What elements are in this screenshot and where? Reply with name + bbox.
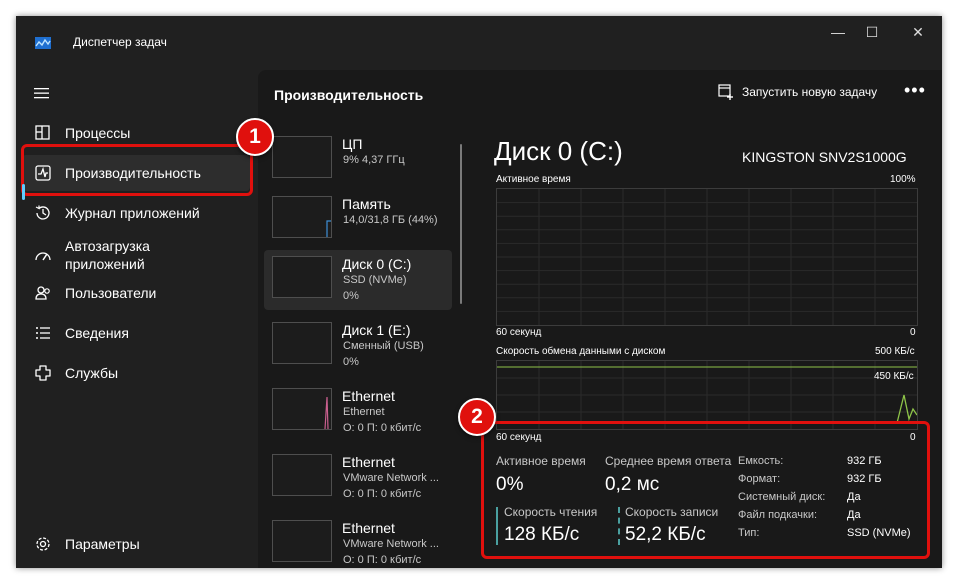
- perf-item-sub: О: 0 П: 0 кбит/с: [343, 554, 422, 566]
- close-button[interactable]: ✕: [902, 22, 934, 42]
- perf-item-sub: 0%: [343, 290, 359, 302]
- users-icon: [34, 284, 52, 302]
- ethernet-thumbnail: [272, 388, 332, 430]
- settings-label: Параметры: [65, 536, 140, 552]
- ethernet-thumbnail: [272, 454, 332, 496]
- run-new-task-button[interactable]: Запустить новую задачу: [742, 85, 877, 99]
- perf-item-ethernet-1[interactable]: Ethernet Ethernet О: 0 П: 0 кбит/с: [264, 382, 452, 442]
- perf-item-name: Ethernet: [342, 520, 395, 536]
- perf-item-sub: О: 0 П: 0 кбит/с: [343, 422, 422, 434]
- ethernet-thumbnail: [272, 520, 332, 562]
- disk-title: Диск 0 (C:): [494, 136, 623, 166]
- run-new-task-icon: [718, 84, 734, 105]
- services-icon: [34, 364, 52, 382]
- perf-item-sub: SSD (NVMe): [343, 274, 407, 286]
- transfer-rate-graph-mid: 450 КБ/с: [874, 371, 914, 382]
- perf-item-name: Диск 1 (E:): [342, 322, 411, 338]
- sidebar-item-settings[interactable]: Параметры: [22, 526, 250, 562]
- perf-item-cpu[interactable]: ЦП 9% 4,37 ГГц: [264, 130, 452, 190]
- app-history-icon: [34, 204, 52, 222]
- disk-model: KINGSTON SNV2S1000G: [742, 149, 907, 165]
- sidebar-item-services[interactable]: Службы: [22, 355, 250, 391]
- gear-icon: [34, 535, 52, 553]
- perf-item-sub: VMware Network ...: [343, 538, 439, 550]
- memory-thumbnail: [272, 196, 332, 238]
- highlight-box-performance: [21, 144, 253, 196]
- transfer-rate-graph-max: 500 КБ/с: [875, 346, 915, 357]
- sidebar-item-label: Процессы: [65, 125, 131, 141]
- startup-apps-icon: [34, 248, 52, 266]
- processes-icon: [34, 124, 52, 142]
- perf-item-sub: Сменный (USB): [343, 340, 424, 352]
- minimize-button[interactable]: —: [822, 22, 854, 42]
- perf-item-sub: 9% 4,37 ГГц: [343, 154, 405, 166]
- active-time-graph: [496, 188, 918, 326]
- perf-item-name: Ethernet: [342, 388, 395, 404]
- perf-item-name: Память: [342, 196, 391, 212]
- sidebar-item-label: Сведения: [65, 325, 129, 341]
- active-time-graph-timespan: 60 секунд: [496, 327, 542, 338]
- task-manager-window: Диспетчер задач — ☐ ✕ Процессы Производи…: [16, 16, 942, 568]
- sidebar-item-label: Журнал приложений: [65, 205, 200, 221]
- sidebar-item-startup-apps[interactable]: Автозагрузка приложений: [22, 235, 250, 277]
- perf-item-name: Ethernet: [342, 454, 395, 470]
- perf-item-disk1[interactable]: Диск 1 (E:) Сменный (USB) 0%: [264, 316, 452, 376]
- perf-item-sub: О: 0 П: 0 кбит/с: [343, 488, 422, 500]
- transfer-rate-graph-label: Скорость обмена данными с диском: [496, 346, 666, 357]
- sidebar-item-users[interactable]: Пользователи: [22, 275, 250, 311]
- more-options-button[interactable]: •••: [904, 80, 926, 101]
- perf-item-name: Диск 0 (C:): [342, 256, 412, 272]
- active-time-graph-min: 0: [910, 327, 916, 338]
- transfer-rate-graph: [496, 360, 918, 430]
- perf-item-sub: 0%: [343, 356, 359, 368]
- sidebar-item-details[interactable]: Сведения: [22, 315, 250, 351]
- maximize-button[interactable]: ☐: [856, 22, 888, 42]
- disk0-thumbnail: [272, 256, 332, 298]
- task-manager-icon: [35, 36, 51, 49]
- sidebar-item-label: Автозагрузка приложений: [65, 238, 150, 272]
- annotation-badge-1: 1: [236, 118, 274, 156]
- disk1-thumbnail: [272, 322, 332, 364]
- perf-item-ethernet-2[interactable]: Ethernet VMware Network ... О: 0 П: 0 кб…: [264, 448, 452, 508]
- perf-item-ethernet-3[interactable]: Ethernet VMware Network ... О: 0 П: 0 кб…: [264, 514, 452, 568]
- hamburger-menu-icon[interactable]: [34, 86, 50, 99]
- perf-item-sub: 14,0/31,8 ГБ (44%): [343, 214, 438, 226]
- sidebar-item-label: Службы: [65, 365, 119, 381]
- annotation-badge-2: 2: [458, 398, 496, 436]
- cpu-thumbnail: [272, 136, 332, 178]
- page-title: Производительность: [274, 87, 424, 103]
- perf-item-name: ЦП: [342, 136, 363, 152]
- perf-item-sub: VMware Network ...: [343, 472, 439, 484]
- perf-list-scrollbar[interactable]: [460, 144, 462, 304]
- active-nav-accent: [22, 184, 25, 200]
- sidebar-item-label: Пользователи: [65, 285, 157, 301]
- active-time-graph-max: 100%: [890, 174, 916, 185]
- perf-item-memory[interactable]: Память 14,0/31,8 ГБ (44%): [264, 190, 452, 250]
- active-time-graph-label: Активное время: [496, 174, 571, 185]
- perf-item-disk0[interactable]: Диск 0 (C:) SSD (NVMe) 0%: [264, 250, 452, 310]
- perf-item-sub: Ethernet: [343, 406, 385, 418]
- window-title: Диспетчер задач: [73, 35, 167, 49]
- details-icon: [34, 324, 52, 342]
- sidebar-item-app-history[interactable]: Журнал приложений: [22, 195, 250, 231]
- highlight-box-disk-stats: [481, 421, 930, 559]
